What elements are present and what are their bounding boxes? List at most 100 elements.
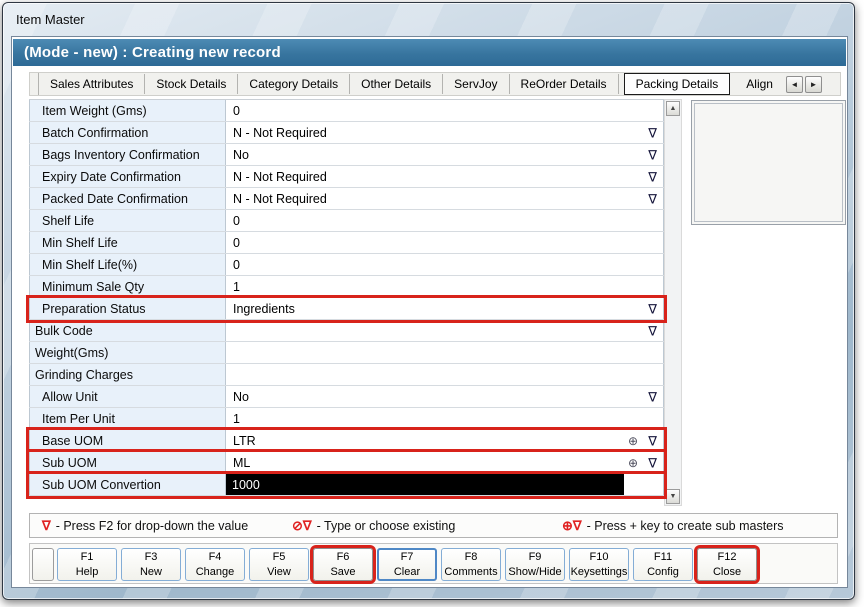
- form-row-preparation-status: Preparation Status Ingredients ∇: [29, 298, 664, 320]
- row-value-grinding-charges[interactable]: [226, 364, 664, 385]
- row-label-bulk-code: Bulk Code: [29, 320, 226, 341]
- row-label-expiry-date-confirmation: Expiry Date Confirmation: [29, 166, 226, 187]
- row-value-item-per-unit[interactable]: 1: [226, 408, 664, 429]
- row-label-packed-date-confirmation: Packed Date Confirmation: [29, 188, 226, 209]
- item-master-window: Item Master (Mode - new) : Creating new …: [2, 2, 855, 600]
- function-key-text: F10: [589, 551, 609, 564]
- row-value-min-shelf-life[interactable]: 0: [226, 232, 664, 253]
- tab-category-details[interactable]: Category Details: [238, 74, 351, 94]
- form-row-expiry-date-confirmation: Expiry Date Confirmation N - Not Required…: [29, 166, 664, 188]
- row-value-text: ML: [233, 455, 251, 470]
- function-label-text: Keysettings: [570, 565, 628, 578]
- tab-servjoy[interactable]: ServJoy: [443, 74, 510, 94]
- form-scrollbar[interactable]: ▲ ▼: [664, 99, 682, 506]
- tab-align[interactable]: Align: [735, 74, 784, 94]
- row-value-text: Ingredients: [233, 301, 295, 316]
- new-button[interactable]: F3 New: [121, 548, 181, 581]
- scroll-up-icon[interactable]: ▲: [666, 101, 680, 116]
- legend-symbol-icon: ⊕∇: [562, 518, 582, 533]
- row-label-text: Packed Date Confirmation: [42, 191, 188, 206]
- function-key-text: F6: [336, 551, 350, 564]
- row-value-sub-uom[interactable]: ML ⊕ ∇: [226, 452, 664, 473]
- function-label-text: Config: [647, 565, 679, 578]
- function-key-text: F11: [653, 551, 673, 564]
- row-label-sub-uom: Sub UOM: [29, 452, 226, 473]
- row-value-shelf-life[interactable]: 0: [226, 210, 664, 231]
- row-value-min-shelf-life[interactable]: 0: [226, 254, 664, 275]
- row-value-weight-gms[interactable]: [226, 342, 664, 363]
- dropdown-icon[interactable]: ∇: [648, 302, 657, 315]
- function-key-bar: F1 Help F3 New F4 Change F5 View F6 Save F7 Clear F8…: [29, 543, 838, 584]
- row-value-text: No: [233, 389, 249, 404]
- function-label-text: Change: [195, 565, 235, 578]
- dropdown-icon[interactable]: ∇: [648, 390, 657, 403]
- function-key-text: F1: [80, 551, 94, 564]
- tab-other-details[interactable]: Other Details: [350, 74, 444, 94]
- tab-scroll-right-icon[interactable]: ►: [804, 75, 822, 93]
- circle-plus-icon[interactable]: ⊕: [628, 435, 638, 447]
- property-grid: Item Weight (Gms) 0 Batch Confirmation N - …: [29, 99, 664, 496]
- help-button[interactable]: F1 Help: [57, 548, 117, 581]
- show-hide-button[interactable]: F9 Show/Hide: [505, 548, 565, 581]
- function-button-blank[interactable]: [32, 548, 54, 581]
- row-value-batch-confirmation[interactable]: N - Not Required ∇: [226, 122, 664, 143]
- row-value-packed-date-confirmation[interactable]: N - Not Required ∇: [226, 188, 664, 209]
- tab-bar: Sales Attributes Stock Details Category De…: [29, 72, 841, 96]
- legend-item-3: ⊕∇ - Press + key to create sub masters: [562, 518, 784, 534]
- keysettings-button[interactable]: F10 Keysettings: [569, 548, 629, 581]
- function-label-text: New: [139, 565, 162, 578]
- clear-button[interactable]: F7 Clear: [377, 548, 437, 581]
- scroll-down-icon[interactable]: ▼: [666, 489, 680, 504]
- row-label-text: Min Shelf Life(%): [42, 257, 138, 272]
- row-label-bags-inventory-confirmation: Bags Inventory Confirmation: [29, 144, 226, 165]
- legend-text: - Type or choose existing: [316, 519, 456, 533]
- row-value-base-uom[interactable]: LTR ⊕ ∇: [226, 430, 664, 451]
- legend-bar: ∇ - Press F2 for drop-down the value ⊘∇ - T…: [29, 513, 838, 538]
- dropdown-icon[interactable]: ∇: [648, 192, 657, 205]
- row-label-text: Item Per Unit: [42, 411, 115, 426]
- dropdown-icon[interactable]: ∇: [648, 324, 657, 337]
- form-row-base-uom: Base UOM LTR ⊕ ∇: [29, 430, 664, 452]
- comments-button[interactable]: F8 Comments: [441, 548, 501, 581]
- change-button[interactable]: F4 Change: [185, 548, 245, 581]
- dropdown-icon[interactable]: ∇: [648, 148, 657, 161]
- row-value-expiry-date-confirmation[interactable]: N - Not Required ∇: [226, 166, 664, 187]
- row-value-text: N - Not Required: [233, 125, 327, 140]
- form-row-bulk-code: Bulk Code ∇: [29, 320, 664, 342]
- form-row-packed-date-confirmation: Packed Date Confirmation N - Not Required…: [29, 188, 664, 210]
- function-label-text: Show/Hide: [508, 565, 562, 578]
- tab-packing-details[interactable]: Packing Details: [623, 73, 731, 95]
- tab-scroll-left-icon[interactable]: ◄: [785, 75, 803, 93]
- row-value-text: 0: [233, 257, 240, 272]
- row-label-item-per-unit: Item Per Unit: [29, 408, 226, 429]
- dropdown-icon[interactable]: ∇: [648, 126, 657, 139]
- form-row-min-shelf-life: Min Shelf Life(%) 0: [29, 254, 664, 276]
- dropdown-icon[interactable]: ∇: [648, 456, 657, 469]
- close-button[interactable]: F12 Close: [697, 548, 757, 581]
- function-key-text: F5: [272, 551, 286, 564]
- row-value-minimum-sale-qty[interactable]: 1: [226, 276, 664, 297]
- row-value-preparation-status[interactable]: Ingredients ∇: [226, 298, 664, 319]
- row-value-bulk-code[interactable]: ∇: [226, 320, 664, 341]
- row-value-text: 0: [233, 235, 240, 250]
- circle-plus-icon[interactable]: ⊕: [628, 457, 638, 469]
- tab-stock-details[interactable]: Stock Details: [145, 74, 239, 94]
- function-label-text: Close: [712, 565, 742, 578]
- view-button[interactable]: F5 View: [249, 548, 309, 581]
- config-button[interactable]: F11 Config: [633, 548, 693, 581]
- row-value-sub-uom-convertion[interactable]: 1000: [226, 474, 664, 495]
- row-value-bags-inventory-confirmation[interactable]: No ∇: [226, 144, 664, 165]
- tab-reorder-details[interactable]: ReOrder Details: [510, 74, 619, 94]
- form-row-grinding-charges: Grinding Charges: [29, 364, 664, 386]
- window-titlebar[interactable]: Item Master: [3, 3, 854, 35]
- row-value-item-weight-gms[interactable]: 0: [226, 100, 664, 121]
- form-row-minimum-sale-qty: Minimum Sale Qty 1: [29, 276, 664, 298]
- row-value-allow-unit[interactable]: No ∇: [226, 386, 664, 407]
- row-value-text: 1: [233, 279, 240, 294]
- save-button[interactable]: F6 Save: [313, 548, 373, 581]
- row-label-text: Weight(Gms): [35, 345, 109, 360]
- tab-sales-attributes[interactable]: Sales Attributes: [39, 74, 146, 94]
- dropdown-icon[interactable]: ∇: [648, 434, 657, 447]
- dropdown-icon[interactable]: ∇: [648, 170, 657, 183]
- form-row-item-weight-gms: Item Weight (Gms) 0: [29, 100, 664, 122]
